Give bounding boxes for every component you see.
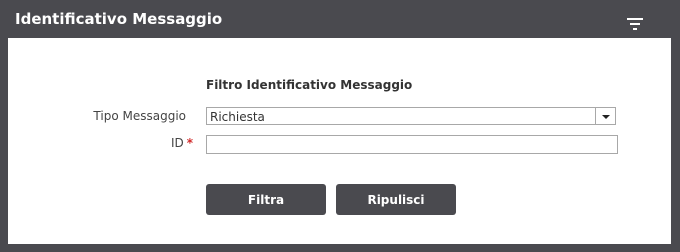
panel-body: Filtro Identificativo Messaggio Tipo Mes… [8, 38, 671, 244]
tipo-messaggio-select[interactable]: Richiesta [206, 107, 616, 125]
id-label: ID * [68, 136, 193, 150]
id-input[interactable] [206, 135, 618, 154]
required-marker: * [186, 136, 193, 150]
panel-header: Identificativo Messaggio [0, 0, 680, 38]
filter-panel: Identificativo Messaggio Filtro Identifi… [0, 0, 680, 252]
ripulisci-button[interactable]: Ripulisci [336, 184, 456, 215]
panel-title: Identificativo Messaggio [15, 10, 223, 28]
section-title: Filtro Identificativo Messaggio [206, 78, 413, 92]
tipo-messaggio-value: Richiesta [210, 110, 265, 124]
tipo-messaggio-label: Tipo Messaggio [93, 109, 186, 123]
chevron-down-icon[interactable] [595, 108, 615, 124]
filter-list-icon[interactable] [627, 18, 643, 30]
filtra-button[interactable]: Filtra [206, 184, 326, 215]
id-label-text: ID [170, 136, 184, 150]
